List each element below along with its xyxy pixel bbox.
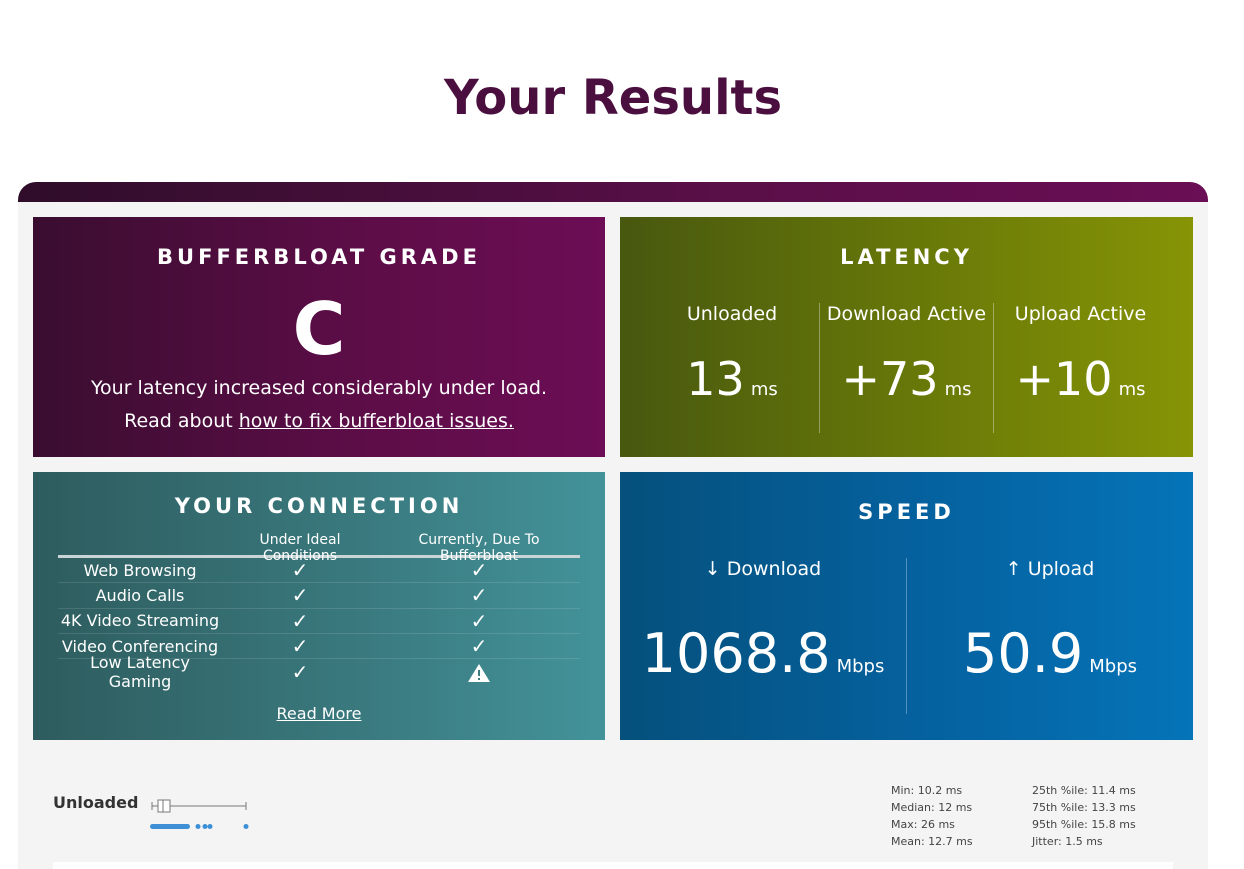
latency-value: +10 ms [1015,352,1146,406]
latency-label: Unloaded [686,303,778,325]
check-icon: ✓ [291,659,309,684]
activity-name: Web Browsing [83,560,197,580]
stats-column-left: Min: 10.2 ms Median: 12 ms Max: 26 ms Me… [891,782,973,850]
latency-card-title: LATENCY [840,245,973,269]
download-speed: ↓ Download 1068.8 Mbps [620,558,906,714]
latency-label: Upload Active [1014,303,1147,325]
check-icon: ✓ [291,608,309,633]
check-icon: ✓ [291,558,309,583]
arrow-up-icon: ↑ [1005,558,1022,580]
latency-upload-active: Upload Active +10 ms [993,303,1167,433]
warning-icon [468,663,490,682]
table-row: Audio Calls ✓ ✓ [58,583,580,609]
grade-read-about: Read about how to fix bufferbloat issues… [33,410,605,432]
stat-25th: 25th %ile: 11.4 ms [1032,784,1136,797]
table-row: 4K Video Streaming ✓ ✓ [58,609,580,634]
latency-value: 13 ms [686,352,778,406]
read-about-prefix: Read about [124,410,239,432]
page-title: Your Results [443,70,783,126]
arrow-down-icon: ↓ [704,558,721,580]
bufferbloat-grade-card: BUFFERBLOAT GRADE C Your latency increas… [33,217,605,457]
speed-card-title: SPEED [858,500,955,524]
stat-mean: Mean: 12.7 ms [891,835,973,848]
latency-download-active: Download Active +73 ms [819,303,993,433]
stat-jitter: Jitter: 1.5 ms [1032,835,1103,848]
warning-cell [378,660,580,684]
activity-name: 4K Video Streaming [60,611,220,631]
your-connection-card: YOUR CONNECTION Under Ideal Conditions C… [33,472,605,740]
latency-card: LATENCY Unloaded 13 ms Download Active +7… [620,217,1193,457]
unloaded-stats-label: Unloaded [53,793,139,812]
read-more: Read More [33,704,605,723]
grade-letter: C [292,287,346,371]
stat-95th: 95th %ile: 15.8 ms [1032,818,1136,831]
stat-max: Max: 26 ms [891,818,955,831]
check-icon: ✓ [291,583,309,608]
upload-speed: ↑ Upload 50.9 Mbps [906,558,1193,714]
header-current: Currently, Due To Bufferbloat [418,532,540,564]
check-icon: ✓ [470,583,488,608]
speed-card: SPEED ↓ Download 1068.8 Mbps ↑ Upload 50.… [620,472,1193,740]
header-ideal: Under Ideal Conditions [259,532,341,564]
check-icon: ✓ [291,634,309,659]
panel-header-bar [18,182,1208,202]
grade-card-title: BUFFERBLOAT GRADE [157,245,481,269]
stat-75th: 75th %ile: 13.3 ms [1032,801,1136,814]
activity-name: Audio Calls [95,585,185,605]
upload-value: 50.9 Mbps [963,622,1137,685]
check-icon: ✓ [470,608,488,633]
next-section-edge [53,862,1173,869]
table-row: Low Latency Gaming ✓ [58,653,580,691]
fix-bufferbloat-link[interactable]: how to fix bufferbloat issues. [239,410,514,432]
upload-label: ↑ Upload [1005,558,1095,580]
latency-unloaded: Unloaded 13 ms [645,303,819,433]
check-icon: ✓ [470,634,488,659]
connection-table-header: Under Ideal Conditions Currently, Due To… [58,532,580,564]
download-value: 1068.8 Mbps [641,622,885,685]
stats-column-right: 25th %ile: 11.4 ms 75th %ile: 13.3 ms 95… [1032,782,1136,850]
latency-value: +73 ms [841,352,972,406]
activity-name: Low Latency Gaming [90,652,190,691]
connection-card-title: YOUR CONNECTION [174,494,464,518]
table-row: Web Browsing ✓ ✓ [58,558,580,584]
latency-boxplot [150,799,249,829]
results-panel: BUFFERBLOAT GRADE C Your latency increas… [18,182,1208,869]
download-label: ↓ Download [704,558,822,580]
latency-label: Download Active [826,303,987,325]
connection-table: Under Ideal Conditions Currently, Due To… [58,532,580,691]
check-icon: ✓ [470,558,488,583]
grade-description: Your latency increased considerably unde… [90,377,548,399]
stat-min: Min: 10.2 ms [891,784,963,797]
read-more-link[interactable]: Read More [277,704,362,723]
stat-median: Median: 12 ms [891,801,973,814]
